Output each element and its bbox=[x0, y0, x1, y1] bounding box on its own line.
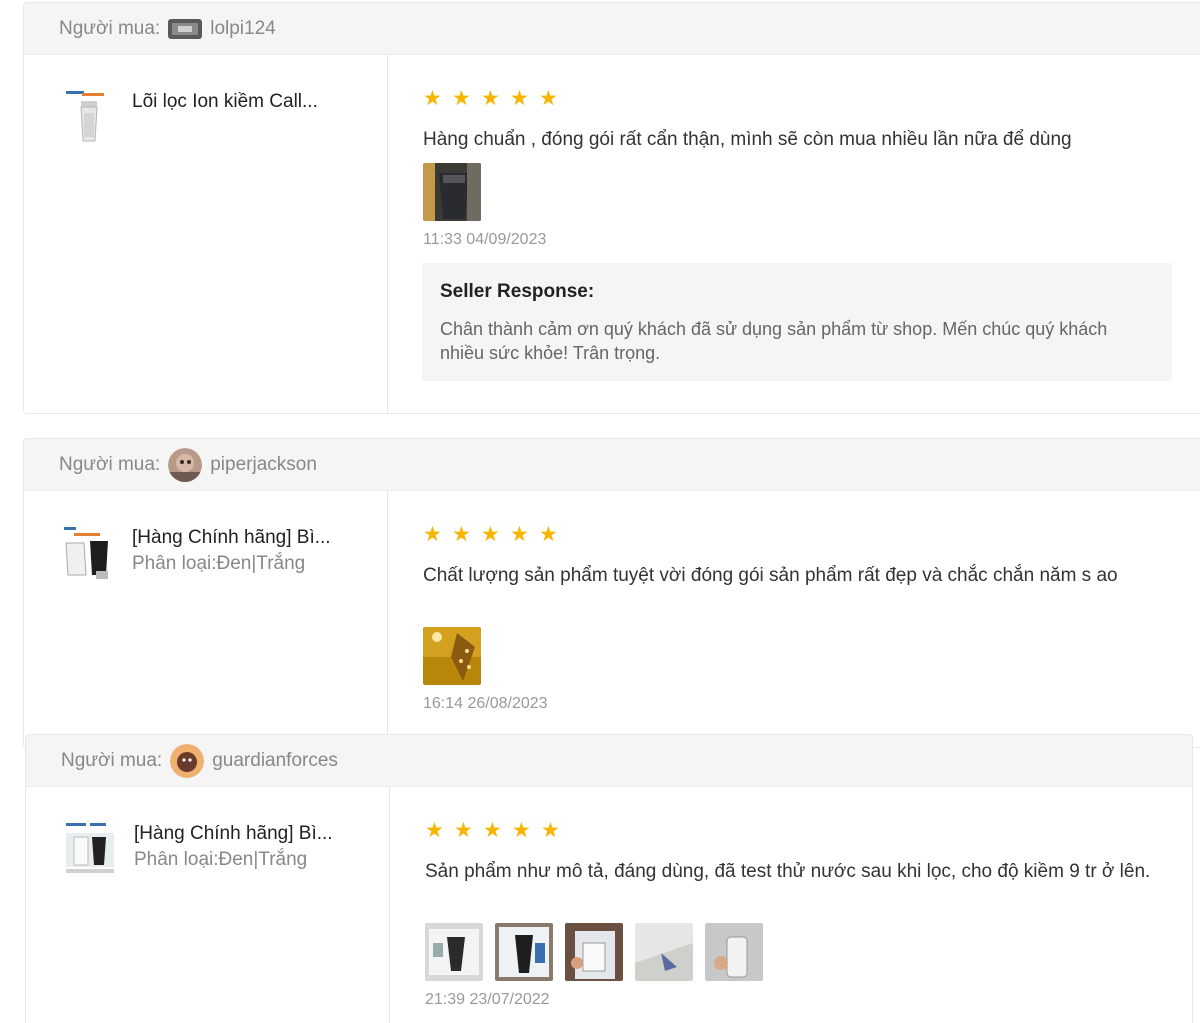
review-image[interactable] bbox=[423, 627, 481, 685]
review-timestamp: 21:39 23/07/2022 bbox=[425, 991, 550, 1008]
product-variant: Phân loại:Đen|Trắng bbox=[132, 553, 306, 574]
review-image[interactable] bbox=[635, 923, 693, 981]
buyer-avatar[interactable] bbox=[170, 743, 205, 778]
buyer-label: Người mua: bbox=[61, 749, 163, 771]
review-content: ★ ★ ★ ★ ★ Hàng chuẩn , đóng gói rất cẩn … bbox=[388, 55, 1200, 413]
buyer-label: Người mua: bbox=[59, 453, 161, 475]
review-image[interactable] bbox=[565, 923, 623, 981]
product-thumbnail[interactable] bbox=[60, 525, 116, 583]
product-name[interactable]: Lõi lọc Ion kiềm Call... bbox=[132, 91, 318, 113]
star-icon: ★ bbox=[510, 87, 529, 110]
star-icon: ★ bbox=[483, 819, 502, 842]
star-icon: ★ bbox=[425, 819, 444, 842]
review-card: Người mua: lolpi124 Lõi lọc Ion kiềm Cal… bbox=[23, 2, 1200, 414]
seller-response: Seller Response: Chân thành cảm ơn quý k… bbox=[422, 263, 1172, 381]
star-icon: ★ bbox=[541, 819, 560, 842]
review-header: Người mua: piperjackson bbox=[24, 439, 1200, 491]
review-timestamp: 11:33 04/09/2023 bbox=[423, 231, 547, 248]
star-icon: ★ bbox=[481, 87, 500, 110]
seller-response-text: Chân thành cảm ơn quý khách đã sử dụng s… bbox=[440, 319, 1108, 363]
product-name[interactable]: [Hàng Chính hãng] Bì... bbox=[134, 823, 333, 845]
buyer-avatar[interactable] bbox=[168, 18, 203, 39]
review-image[interactable] bbox=[423, 163, 481, 221]
star-icon: ★ bbox=[452, 87, 471, 110]
review-image[interactable] bbox=[425, 923, 483, 981]
product-thumbnail[interactable] bbox=[62, 821, 118, 879]
review-images bbox=[423, 627, 481, 685]
review-images bbox=[423, 163, 481, 221]
product-info: [Hàng Chính hãng] Bì... Phân loại:Đen|Tr… bbox=[26, 787, 390, 1023]
review-images bbox=[425, 923, 763, 981]
review-header: Người mua: guardianforces bbox=[26, 735, 1192, 787]
buyer-avatar[interactable] bbox=[168, 447, 203, 482]
review-text: Chất lượng sản phẩm tuyệt vời đóng gói s… bbox=[423, 565, 1118, 586]
star-icon: ★ bbox=[452, 523, 471, 546]
review-text: Hàng chuẩn , đóng gói rất cẩn thận, mình… bbox=[423, 129, 1072, 150]
review-timestamp: 16:14 26/08/2023 bbox=[423, 695, 548, 712]
rating-stars: ★ ★ ★ ★ ★ bbox=[423, 523, 559, 546]
rating-stars: ★ ★ ★ ★ ★ bbox=[423, 87, 559, 110]
review-image[interactable] bbox=[495, 923, 553, 981]
review-card: Người mua: guardianforces [Hàng Chính hã… bbox=[25, 734, 1193, 1023]
star-icon: ★ bbox=[512, 819, 531, 842]
star-icon: ★ bbox=[454, 819, 473, 842]
buyer-username[interactable]: guardianforces bbox=[212, 750, 338, 772]
product-info: Lõi lọc Ion kiềm Call... bbox=[24, 55, 388, 413]
review-text: Sản phẩm như mô tả, đáng dùng, đã test t… bbox=[425, 861, 1151, 882]
review-content: ★ ★ ★ ★ ★ Chất lượng sản phẩm tuyệt vời … bbox=[388, 491, 1200, 747]
product-thumbnail[interactable] bbox=[60, 89, 116, 147]
product-info: [Hàng Chính hãng] Bì... Phân loại:Đen|Tr… bbox=[24, 491, 388, 747]
review-image[interactable] bbox=[705, 923, 763, 981]
star-icon: ★ bbox=[423, 87, 442, 110]
star-icon: ★ bbox=[539, 523, 558, 546]
product-variant: Phân loại:Đen|Trắng bbox=[134, 849, 308, 870]
star-icon: ★ bbox=[510, 523, 529, 546]
review-header: Người mua: lolpi124 bbox=[24, 3, 1200, 55]
review-content: ★ ★ ★ ★ ★ Sản phẩm như mô tả, đáng dùng,… bbox=[390, 787, 1192, 1023]
star-icon: ★ bbox=[539, 87, 558, 110]
buyer-label: Người mua: bbox=[59, 17, 161, 39]
buyer-username[interactable]: piperjackson bbox=[210, 454, 317, 476]
buyer-username[interactable]: lolpi124 bbox=[210, 18, 276, 40]
star-icon: ★ bbox=[481, 523, 500, 546]
star-icon: ★ bbox=[423, 523, 442, 546]
product-name[interactable]: [Hàng Chính hãng] Bì... bbox=[132, 527, 331, 549]
rating-stars: ★ ★ ★ ★ ★ bbox=[425, 819, 561, 842]
review-card: Người mua: piperjackson [Hàng Chính hãng… bbox=[23, 438, 1200, 748]
seller-response-title: Seller Response: bbox=[440, 281, 595, 302]
